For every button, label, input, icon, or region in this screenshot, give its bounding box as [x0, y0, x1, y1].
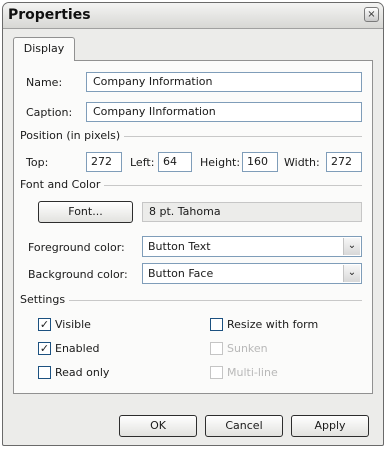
- background-color-select[interactable]: Button Face ⌄: [142, 263, 362, 284]
- top-label: Top:: [26, 156, 49, 169]
- width-label: Width:: [284, 156, 320, 169]
- sunken-label: Sunken: [227, 342, 268, 355]
- ok-button[interactable]: OK: [119, 415, 197, 437]
- width-input[interactable]: 272: [326, 152, 362, 172]
- caption-input[interactable]: Company IInformation: [86, 102, 362, 122]
- height-input[interactable]: 160: [242, 152, 278, 172]
- properties-dialog: Properties × Display Name: Company Infor…: [2, 2, 384, 446]
- close-icon: ×: [367, 9, 376, 20]
- font-value-display: 8 pt. Tahoma: [142, 202, 362, 222]
- font-button[interactable]: Font...: [38, 201, 133, 223]
- foreground-color-value: Button Text: [148, 240, 211, 253]
- tab-display[interactable]: Display: [13, 37, 75, 61]
- enabled-label[interactable]: Enabled: [55, 342, 99, 355]
- foreground-color-select[interactable]: Button Text ⌄: [142, 236, 362, 257]
- display-panel: Name: Company Information Caption: Compa…: [13, 60, 373, 394]
- settings-group-title: Settings: [20, 293, 70, 306]
- read-only-checkbox[interactable]: [38, 366, 51, 379]
- name-label: Name:: [26, 76, 63, 89]
- resize-with-form-checkbox[interactable]: [210, 318, 223, 331]
- visible-checkbox[interactable]: ✓: [38, 318, 51, 331]
- caption-text-before-cursor: Company I: [93, 105, 153, 118]
- top-input[interactable]: 272: [86, 152, 122, 172]
- check-icon: ✓: [39, 342, 50, 355]
- tab-display-label: Display: [23, 42, 65, 55]
- cancel-button[interactable]: Cancel: [205, 415, 283, 437]
- background-color-value: Button Face: [148, 267, 214, 280]
- left-input[interactable]: 64: [158, 152, 192, 172]
- caption-text-after-cursor: nformation: [155, 105, 216, 118]
- visible-label[interactable]: Visible: [55, 318, 91, 331]
- close-button[interactable]: ×: [364, 7, 379, 22]
- name-input[interactable]: Company Information: [86, 72, 362, 92]
- read-only-label[interactable]: Read only: [55, 366, 109, 379]
- settings-group-rule: [20, 300, 362, 301]
- chevron-down-icon[interactable]: ⌄: [343, 238, 360, 255]
- foreground-color-label: Foreground color:: [28, 241, 125, 254]
- height-label: Height:: [200, 156, 241, 169]
- position-group-title: Position (in pixels): [20, 129, 125, 142]
- left-label: Left:: [130, 156, 155, 169]
- sunken-checkbox: [210, 342, 223, 355]
- enabled-checkbox[interactable]: ✓: [38, 342, 51, 355]
- apply-button[interactable]: Apply: [291, 415, 369, 437]
- font-color-group-title: Font and Color: [20, 178, 105, 191]
- caption-label: Caption:: [26, 106, 73, 119]
- resize-with-form-label[interactable]: Resize with form: [227, 318, 318, 331]
- dialog-title: Properties: [8, 7, 91, 23]
- check-icon: ✓: [39, 318, 50, 331]
- chevron-down-icon[interactable]: ⌄: [343, 265, 360, 282]
- title-bar[interactable]: Properties ×: [3, 3, 383, 29]
- background-color-label: Background color:: [28, 268, 128, 281]
- multi-line-checkbox: [210, 366, 223, 379]
- multi-line-label: Multi-line: [227, 366, 278, 379]
